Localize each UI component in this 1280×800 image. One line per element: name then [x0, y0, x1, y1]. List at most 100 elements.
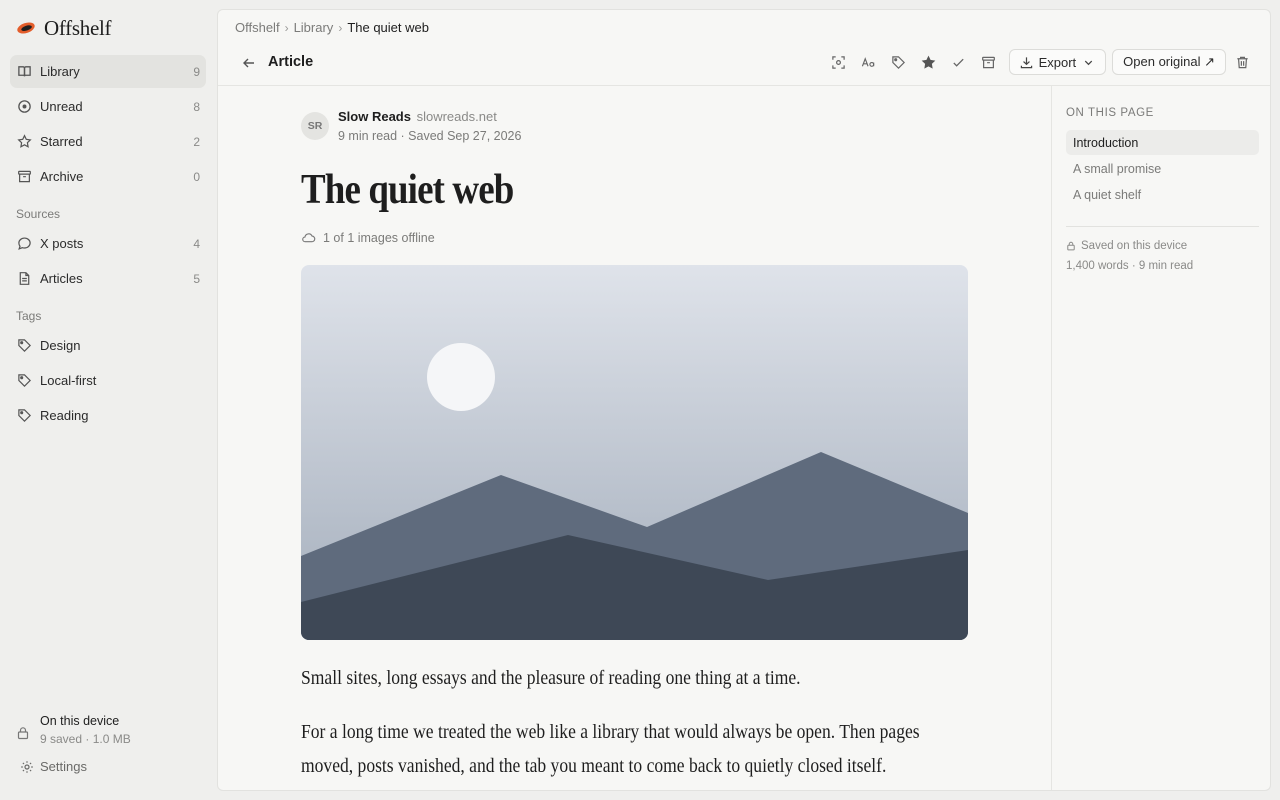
- cloud-icon: [302, 233, 316, 243]
- tag-button[interactable]: [885, 48, 913, 76]
- book-icon: [16, 64, 32, 80]
- toolbar: Article Export Open original ↗: [218, 44, 1270, 86]
- offline-status-text: 1 of 1 images offline: [323, 230, 435, 245]
- hero-image: [301, 265, 968, 640]
- tag-icon: [16, 373, 32, 389]
- document-icon: [16, 271, 32, 287]
- export-button[interactable]: Export: [1008, 49, 1107, 75]
- delete-button[interactable]: [1228, 48, 1256, 76]
- article-paragraph: For a long time we treated the web like …: [301, 722, 920, 777]
- archive-button[interactable]: [975, 48, 1003, 76]
- app-name: Offshelf: [44, 15, 112, 40]
- star-icon: [16, 134, 32, 150]
- toc-item-introduction[interactable]: Introduction: [1066, 130, 1259, 155]
- breadcrumb-current: The quiet web: [347, 20, 429, 35]
- sidebar-item-tag-reading[interactable]: Reading: [10, 399, 206, 432]
- tag-icon: [16, 408, 32, 424]
- article-lead: Small sites, long essays and the pleasur…: [301, 668, 801, 689]
- archive-icon: [16, 169, 32, 185]
- sidebar-item-label: Starred: [40, 134, 83, 149]
- article: SR Slow Reads slowreads.net 9 min read ·…: [301, 108, 981, 784]
- offshelf-logo-icon: [17, 22, 35, 34]
- toc-heading: ON THIS PAGE: [1066, 107, 1154, 119]
- sidebar-item-label: Library: [40, 64, 80, 79]
- sidebar-item-count: 0: [193, 169, 200, 184]
- settings-button[interactable]: Settings: [20, 759, 87, 774]
- star-filled-icon: [921, 55, 936, 69]
- typography-button[interactable]: [855, 48, 883, 76]
- sidebar: Offshelf Library 9 Unread 8 Starred 2 Ar…: [0, 0, 216, 800]
- toolbar-actions: Export Open original ↗: [825, 48, 1256, 76]
- sidebar-item-label: Archive: [40, 169, 84, 184]
- sidebar-item-library[interactable]: Library 9: [10, 55, 206, 88]
- article-meta: 9 min read · Saved Sep 27, 2026: [338, 129, 522, 143]
- sidebar-item-label: Design: [40, 338, 81, 353]
- lock-icon: [16, 726, 30, 740]
- device-status: On this device 9 saved · 1.0 MB: [16, 712, 131, 748]
- sidebar-item-x-posts[interactable]: X posts 4: [10, 227, 206, 260]
- sources-heading: Sources: [16, 207, 61, 221]
- sidebar-item-count: 9: [193, 64, 200, 79]
- avatar: SR: [301, 112, 329, 140]
- article-title: The quiet web: [301, 167, 514, 213]
- author-row: SR Slow Reads slowreads.net 9 min read ·…: [301, 108, 981, 146]
- settings-label: Settings: [40, 759, 87, 774]
- sidebar-item-count: 4: [193, 236, 200, 251]
- star-button[interactable]: [915, 48, 943, 76]
- sidebar-item-label: Articles: [40, 271, 83, 286]
- toc-rail: ON THIS PAGE Introduction A small promis…: [1051, 86, 1270, 790]
- chevron-down-icon: [1084, 60, 1093, 65]
- sidebar-item-label: X posts: [40, 236, 84, 251]
- lock-icon: [1067, 241, 1075, 251]
- saved-status: Saved on this device: [1066, 240, 1187, 252]
- chevron-right-icon: ›: [284, 20, 289, 35]
- sidebar-item-count: 2: [193, 134, 200, 149]
- open-original-label: Open original ↗: [1123, 54, 1215, 69]
- chevron-right-icon: ›: [338, 20, 343, 35]
- archive-icon: [982, 56, 995, 68]
- sidebar-item-archive[interactable]: Archive 0: [10, 160, 206, 193]
- gear-icon: [21, 760, 33, 773]
- toc-item-a-quiet-shelf[interactable]: A quiet shelf: [1066, 182, 1259, 207]
- mark-read-button[interactable]: [945, 48, 973, 76]
- focus-mode-button[interactable]: [825, 48, 853, 76]
- author-name[interactable]: Slow Reads: [338, 109, 411, 124]
- sidebar-item-label: Unread: [40, 99, 83, 114]
- sidebar-item-starred[interactable]: Starred 2: [10, 125, 206, 158]
- open-original-button[interactable]: Open original ↗: [1112, 49, 1226, 75]
- saved-status-text: Saved on this device: [1081, 240, 1188, 252]
- sidebar-item-unread[interactable]: Unread 8: [10, 90, 206, 123]
- sidebar-item-tag-design[interactable]: Design: [10, 329, 206, 362]
- check-icon: [953, 58, 964, 67]
- circle-dot-icon: [16, 99, 32, 115]
- author-domain[interactable]: slowreads.net: [417, 109, 497, 124]
- tag-icon: [892, 55, 906, 69]
- breadcrumb-root[interactable]: Offshelf: [235, 20, 280, 35]
- brand[interactable]: Offshelf: [16, 15, 112, 40]
- trash-icon: [1236, 56, 1248, 68]
- text-size-icon: [861, 56, 875, 67]
- sidebar-item-count: 8: [193, 99, 200, 114]
- sidebar-item-count: 5: [193, 271, 200, 286]
- sidebar-item-tag-local-first[interactable]: Local-first: [10, 364, 206, 397]
- sidebar-nav: Library 9 Unread 8 Starred 2 Archive 0 S…: [10, 55, 206, 434]
- focus-icon: [832, 55, 845, 69]
- download-icon: [1020, 56, 1032, 68]
- page-title: Article: [268, 54, 314, 70]
- sidebar-item-label: Reading: [40, 408, 89, 423]
- device-status-title: On this device: [40, 714, 120, 728]
- toc: Introduction A small promise A quiet she…: [1066, 130, 1259, 208]
- chat-bubble-icon: [16, 236, 32, 252]
- breadcrumb: Offshelf › Library › The quiet web: [235, 20, 429, 35]
- offline-status: 1 of 1 images offline: [301, 230, 981, 245]
- hero-sun: [427, 343, 495, 411]
- word-count: 1,400 words · 9 min read: [1066, 260, 1194, 272]
- back-arrow-icon[interactable]: [240, 54, 258, 72]
- tag-icon: [16, 338, 32, 354]
- main-panel: Offshelf › Library › The quiet web Artic…: [217, 9, 1271, 791]
- toc-item-a-small-promise[interactable]: A small promise: [1066, 156, 1259, 181]
- tags-heading: Tags: [16, 309, 42, 323]
- breadcrumb-section[interactable]: Library: [294, 20, 334, 35]
- sidebar-item-label: Local-first: [40, 373, 97, 388]
- sidebar-item-articles[interactable]: Articles 5: [10, 262, 206, 295]
